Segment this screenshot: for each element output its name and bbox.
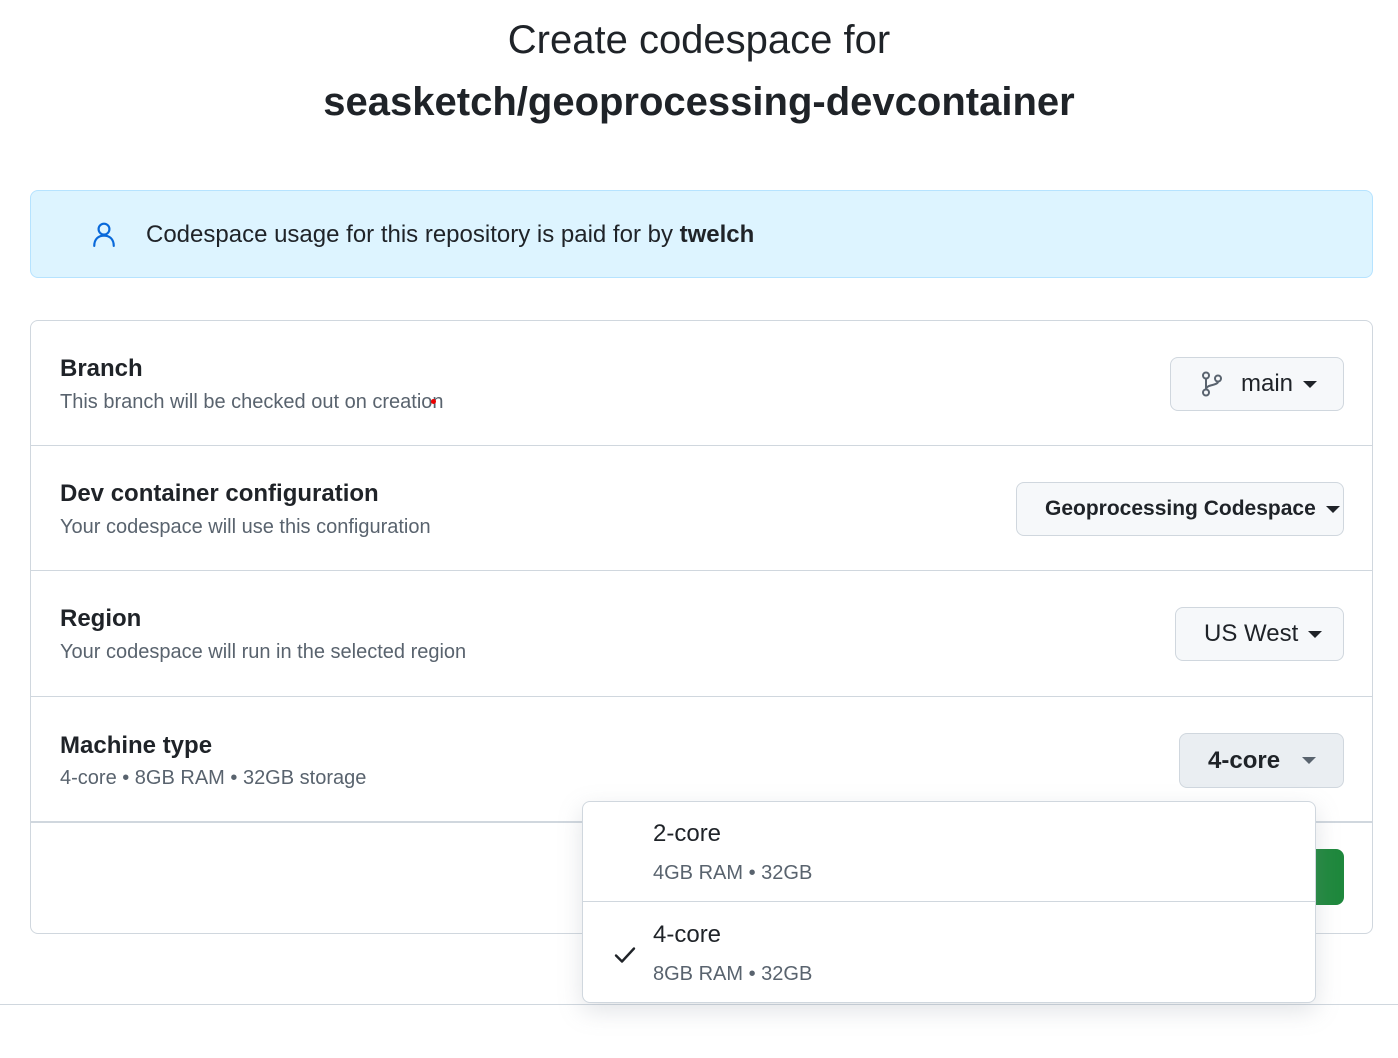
billing-user: twelch [679,221,755,248]
chevron-down-icon [1308,630,1323,638]
region-label: Region [60,605,142,632]
branch-select-button[interactable]: main [1170,357,1344,411]
devcontainer-value: Geoprocessing Codespace [1045,497,1316,520]
devcontainer-label: Dev container configuration [60,480,379,507]
region-select-button[interactable]: US West [1175,607,1344,661]
billing-banner-text: Codespace usage for this repository is p… [146,221,754,249]
person-icon [93,222,115,247]
chevron-down-icon [1303,380,1318,388]
machine-option-2-core[interactable]: 2-core 4GB RAM • 32GB [583,802,1315,902]
branch-value: main [1241,370,1294,397]
machine-type-label: Machine type [60,732,213,759]
page-divider [0,1004,1398,1005]
page-title-prefix: Create codespace for [507,18,891,62]
page-title-repo: seasketch/geoprocessing-devcontainer [323,80,1075,124]
cursor-marker [431,399,436,404]
option-title: 4-core [653,921,722,948]
machine-type-menu: 2-core 4GB RAM • 32GB 4-core 8GB RAM • 3… [582,801,1316,1003]
branch-description: This branch will be checked out on creat… [60,391,444,413]
billing-banner: Codespace usage for this repository is p… [30,190,1373,278]
machine-type-value: 4-core [1208,746,1281,774]
option-specs: 4GB RAM • 32GB [653,862,813,884]
option-specs: 8GB RAM • 32GB [653,963,813,985]
machine-option-4-core[interactable]: 4-core 8GB RAM • 32GB [583,903,1315,1003]
machine-type-description: 4-core • 8GB RAM • 32GB storage [60,767,367,789]
chevron-down-icon [1325,505,1340,513]
region-row: Region Your codespace will run in the se… [31,571,1372,697]
chevron-down-icon [1302,757,1317,764]
devcontainer-row: Dev container configuration Your codespa… [31,446,1372,571]
billing-text: Codespace usage for this repository is p… [146,221,673,248]
devcontainer-select-button[interactable]: Geoprocessing Codespace [1016,482,1344,536]
git-branch-icon [1202,371,1222,397]
region-description: Your codespace will run in the selected … [60,641,467,663]
branch-row: Branch This branch will be checked out o… [31,321,1372,446]
region-value: US West [1204,620,1299,647]
branch-label: Branch [60,355,143,382]
devcontainer-description: Your codespace will use this configurati… [60,516,431,538]
check-icon [614,947,636,963]
machine-type-select-button[interactable]: 4-core [1179,733,1344,788]
option-title: 2-core [653,820,722,847]
